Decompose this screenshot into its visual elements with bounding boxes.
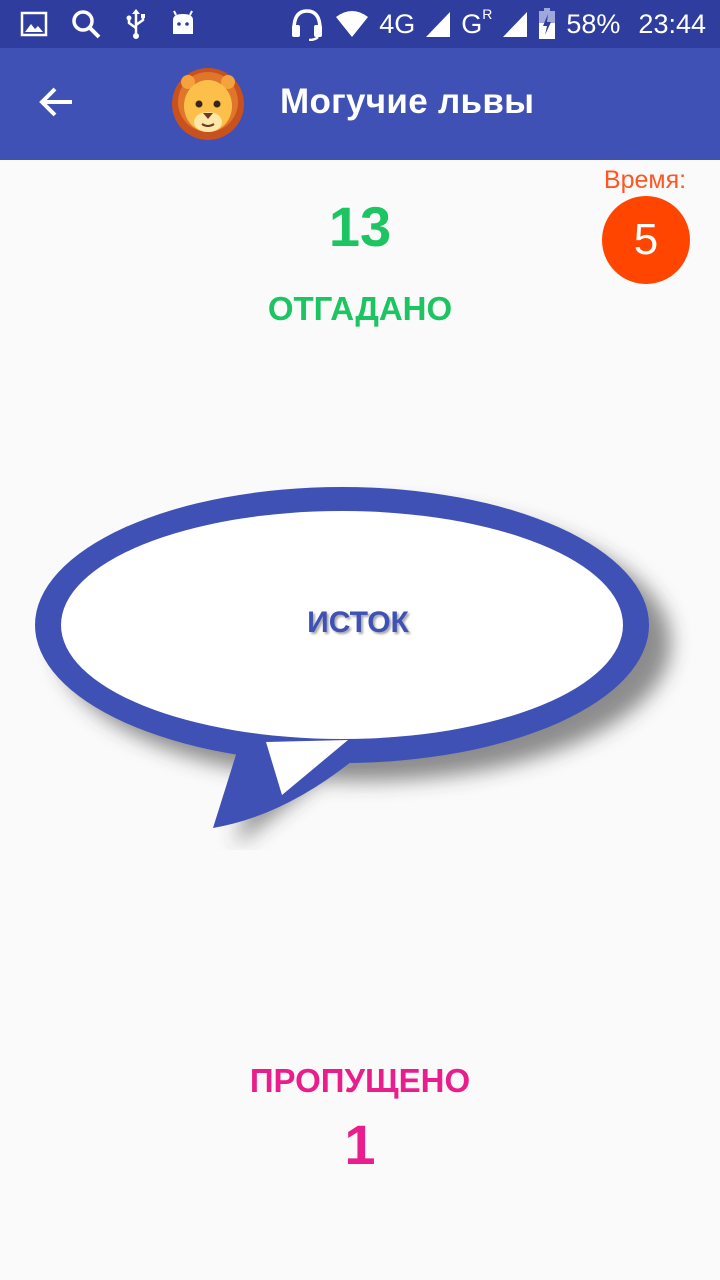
usb-icon: [124, 8, 148, 40]
status-bar-right: 4G GR 58% 23:44: [289, 6, 706, 42]
skipped-count: 1: [344, 1113, 376, 1176]
clock: 23:44: [638, 8, 706, 39]
signal-icon: [502, 10, 528, 38]
guessed-label: ОТГАДАНО: [267, 290, 453, 327]
back-button[interactable]: [28, 76, 84, 132]
search-icon: [70, 8, 102, 40]
network-type-4g: 4G: [379, 8, 416, 39]
network-type-g: GR: [461, 5, 493, 40]
current-word: ИСТОК: [307, 606, 409, 639]
page-title: Могучие львы: [280, 82, 535, 121]
battery-percent: 58%: [566, 8, 621, 39]
timer-label: Время:: [603, 166, 687, 194]
signal-icon: [425, 10, 451, 38]
battery-icon: [538, 8, 556, 40]
headset-icon: [289, 7, 325, 41]
back-arrow-icon: [38, 86, 74, 123]
status-bar-left: [20, 6, 196, 42]
lion-icon: [170, 66, 246, 142]
wifi-icon: [335, 10, 369, 38]
app-bar: Могучие львы: [0, 48, 720, 160]
word-card[interactable]: [0, 470, 720, 850]
roaming-indicator: R: [482, 5, 493, 22]
android-icon: [170, 10, 196, 38]
status-bar: 4G GR 58% 23:44: [0, 0, 720, 48]
image-icon: [20, 11, 48, 37]
network-type-g-label: G: [461, 8, 483, 39]
guessed-count: 13: [328, 195, 392, 258]
speech-bubble-icon: [35, 487, 671, 846]
skipped-label: ПРОПУЩЕНО: [249, 1062, 471, 1099]
